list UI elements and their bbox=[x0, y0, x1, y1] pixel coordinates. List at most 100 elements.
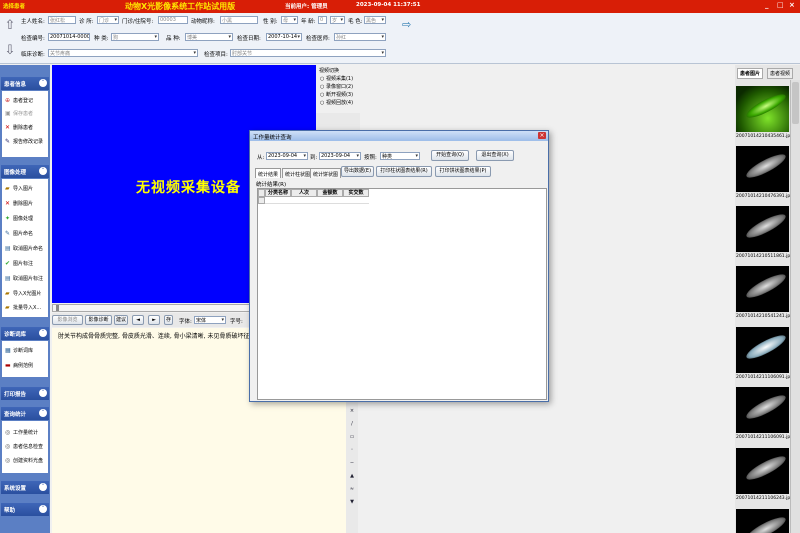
sidebar-item-rename[interactable]: ✎ 图片命名 bbox=[5, 230, 33, 237]
sidebar-item-register[interactable]: ⊕ 患者登记 bbox=[5, 97, 33, 104]
tab-patient-images[interactable]: 患者图片 bbox=[737, 68, 764, 79]
patient-info-panel: ⊕ 患者登记 ▣ 保存患者 ✕ 删除患者 ✎ 报告修改记录 bbox=[2, 91, 48, 157]
sidebar-item-batch-import[interactable]: ▰ 批量导入X... bbox=[5, 304, 41, 311]
exit-door-icon[interactable]: ⇨ bbox=[402, 18, 416, 33]
font-select[interactable]: 宋体 bbox=[194, 316, 226, 324]
collapse-icon[interactable]: ˄ bbox=[39, 329, 47, 337]
sidebar-item-delete-patient[interactable]: ✕ 删除患者 bbox=[5, 124, 33, 131]
check-no-input[interactable]: 20071014-000001 bbox=[48, 33, 90, 41]
expand-icon[interactable]: ˅ bbox=[39, 505, 47, 513]
thumbnail-image[interactable] bbox=[736, 86, 789, 132]
row-header[interactable] bbox=[258, 197, 265, 204]
export-data-button[interactable]: 导出数据(E) bbox=[341, 166, 374, 177]
exit-query-button[interactable]: 退出查询(X) bbox=[476, 150, 514, 161]
tab-stats-result[interactable]: 统计结果 bbox=[255, 168, 282, 178]
section-print-report[interactable]: 打印报告 ˅ bbox=[1, 387, 49, 400]
expand-icon[interactable]: ˅ bbox=[39, 389, 47, 397]
print-pie-chart-button[interactable]: 打印饼状图表结果(P) bbox=[435, 166, 491, 177]
column-header[interactable]: 分类名称 bbox=[265, 189, 291, 197]
column-header[interactable]: 人次 bbox=[291, 189, 317, 197]
tab-pie-chart[interactable]: 统计饼状图 bbox=[310, 168, 342, 178]
section-dictionary[interactable]: 诊断词库 ˄ bbox=[1, 327, 49, 340]
item-select[interactable]: 肘部关节 bbox=[230, 49, 386, 57]
minimize-icon[interactable]: _ bbox=[765, 1, 769, 9]
start-query-button[interactable]: 开始查询(Q) bbox=[431, 150, 469, 161]
dialog-close-icon[interactable]: × bbox=[538, 132, 546, 139]
thumbnail-image[interactable] bbox=[736, 448, 789, 494]
sidebar-item-save[interactable]: ▣ 保存患者 bbox=[5, 110, 33, 117]
thumbnail-image[interactable] bbox=[736, 146, 789, 192]
thumbnail-scrollbar[interactable] bbox=[790, 80, 800, 533]
column-header[interactable]: 金额数 bbox=[317, 189, 343, 197]
sidebar-item-xray-import[interactable]: ▰ 导入X光图片 bbox=[5, 290, 41, 297]
to-date-picker[interactable]: 2023-09-04 bbox=[319, 152, 361, 160]
down-arrow-icon[interactable]: ⇩ bbox=[3, 44, 17, 58]
suggest-button[interactable]: 建议 bbox=[114, 315, 128, 325]
tool-icons[interactable]: × / ▭ ◦ − ▲ ≈ ▼ bbox=[348, 405, 356, 509]
animal-input[interactable]: 小黑 bbox=[220, 16, 258, 24]
close-icon[interactable]: × bbox=[789, 1, 795, 9]
species-select[interactable]: 狗 bbox=[111, 33, 159, 41]
sidebar-item-report-history[interactable]: ✎ 报告修改记录 bbox=[5, 138, 43, 145]
sidebar-item-cancel-mark[interactable]: ▤ 取消图片标注 bbox=[5, 275, 43, 282]
clinic-select[interactable]: 门诊 bbox=[97, 16, 119, 24]
save-text-button[interactable]: 存 bbox=[164, 315, 173, 325]
video-option-disconnect[interactable]: ○ 断开视频(3) bbox=[320, 91, 353, 98]
print-bar-chart-button[interactable]: 打印柱状图表结果(R) bbox=[376, 166, 432, 177]
tab-patient-videos[interactable]: 患者视频 bbox=[767, 68, 794, 79]
expand-icon[interactable]: ˅ bbox=[39, 483, 47, 491]
image-browse-button[interactable]: 影像浏览 bbox=[52, 315, 83, 325]
breed-select[interactable]: 博美 bbox=[185, 33, 233, 41]
section-query-stats[interactable]: 查询统计 ˄ bbox=[1, 407, 49, 420]
from-date-picker[interactable]: 2023-09-04 bbox=[266, 152, 308, 160]
next-button[interactable]: ► bbox=[148, 315, 160, 325]
doctor-select[interactable]: 孙红 bbox=[334, 33, 386, 41]
sidebar-item-workload-stats[interactable]: ◎ 工作量统计 bbox=[5, 429, 38, 436]
thumbnail-image[interactable] bbox=[736, 327, 789, 373]
sidebar-item-import[interactable]: ▰ 导入图片 bbox=[5, 185, 33, 192]
thumbnail-image[interactable] bbox=[736, 206, 789, 252]
select-patient-label[interactable]: 选择患者 bbox=[3, 2, 25, 10]
sidebar-item-dictionary[interactable]: ▦ 诊断词库 bbox=[5, 347, 33, 354]
sidebar-item-patient-search[interactable]: ◎ 患者信息检查 bbox=[5, 443, 43, 450]
section-system-settings[interactable]: 系统设置 ˅ bbox=[1, 481, 49, 494]
sex-select[interactable]: 母 bbox=[281, 16, 298, 24]
tab-bar-chart[interactable]: 统计柱状图 bbox=[282, 168, 314, 178]
prev-button[interactable]: ◄ bbox=[132, 315, 144, 325]
section-patient-info[interactable]: 患者信息 ˄ bbox=[1, 77, 49, 90]
sidebar-item-image-process[interactable]: ✦ 图像处理 bbox=[5, 215, 33, 222]
to-label: 到: bbox=[310, 155, 318, 161]
slider-thumb[interactable] bbox=[56, 305, 59, 311]
thumbnail-image[interactable] bbox=[736, 509, 789, 533]
sidebar-item-create-disc[interactable]: ◎ 创建资料光盘 bbox=[5, 457, 43, 464]
sidebar-item-delete-image[interactable]: ✕ 删除图片 bbox=[5, 200, 33, 207]
group-by-select[interactable]: 种类 bbox=[380, 152, 420, 160]
column-header[interactable]: 实交数 bbox=[343, 189, 369, 197]
diag-select[interactable]: 关节疼痛 bbox=[48, 49, 198, 57]
age-unit-select[interactable]: 岁 bbox=[330, 16, 345, 24]
thumbnail-image[interactable] bbox=[736, 387, 789, 433]
date-picker[interactable]: 2007-10-14 bbox=[266, 33, 302, 41]
owner-input[interactable]: 张红松 bbox=[48, 16, 76, 24]
maximize-icon[interactable]: □ bbox=[777, 1, 784, 9]
color-select[interactable]: 黑色 bbox=[364, 16, 386, 24]
collapse-icon[interactable]: ˄ bbox=[39, 79, 47, 87]
age-input[interactable]: 0 bbox=[318, 16, 327, 24]
section-image-process[interactable]: 图像处理 ˄ bbox=[1, 165, 49, 178]
scrollbar-thumb[interactable] bbox=[792, 82, 799, 124]
sidebar-item-mark[interactable]: ✔ 图片标注 bbox=[5, 260, 33, 267]
sidebar-item-cancel-rename[interactable]: ▤ 取消图片命名 bbox=[5, 245, 43, 252]
section-help[interactable]: 帮助 ˅ bbox=[1, 503, 49, 516]
video-option-record[interactable]: ○ 录像窗口(2) bbox=[320, 83, 353, 90]
collapse-icon[interactable]: ˄ bbox=[39, 167, 47, 175]
thumbnail-image[interactable] bbox=[736, 266, 789, 312]
collapse-icon[interactable]: ˄ bbox=[39, 409, 47, 417]
card-input[interactable]: 00003 bbox=[158, 16, 188, 24]
video-option-playback[interactable]: ○ 视频回放(4) bbox=[320, 99, 353, 106]
sidebar-item-case[interactable]: ▬ 病例范例 bbox=[5, 362, 33, 369]
result-table[interactable]: 分类名称 人次 金额数 实交数 bbox=[257, 188, 547, 400]
up-arrow-icon[interactable]: ⇧ bbox=[3, 19, 17, 33]
image-diagnosis-button[interactable]: 影像诊断 bbox=[85, 315, 112, 325]
table-row[interactable] bbox=[265, 197, 369, 204]
video-option-capture[interactable]: ○ 视频采集(1) bbox=[320, 75, 353, 82]
